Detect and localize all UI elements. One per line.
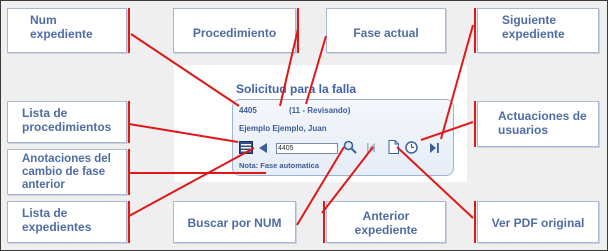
label-num-expediente: Num expediente	[7, 8, 130, 53]
label-marker	[474, 101, 476, 147]
label-lista-procedimientos: Lista de procedimientos	[7, 101, 130, 143]
search-icon[interactable]	[343, 140, 357, 154]
list-icon[interactable]	[239, 141, 253, 154]
clock-icon[interactable]	[405, 141, 418, 154]
label-anterior-expediente: Anterior expediente	[323, 201, 446, 243]
label-marker	[128, 149, 130, 195]
diagram-stage: Num expediente Procedimiento Fase actual…	[0, 0, 608, 251]
label-ver-pdf: Ver PDF original	[474, 201, 599, 243]
panel-title: Solicitud para la falla	[236, 82, 357, 96]
label-anotaciones: Anotaciones del cambio de fase anterior	[7, 149, 130, 195]
label-fase-actual: Fase actual	[326, 8, 446, 53]
label-procedimiento: Procedimiento	[173, 8, 299, 53]
next-record-icon[interactable]	[429, 142, 440, 154]
label-siguiente-expediente: Siguiente expediente	[474, 8, 599, 53]
pdf-icon[interactable]	[388, 140, 399, 154]
label-marker	[128, 101, 130, 143]
record-person: Ejemplo Ejemplo, Juan	[239, 124, 327, 133]
label-marker	[297, 8, 299, 53]
back-arrow-icon[interactable]	[258, 142, 268, 154]
first-record-icon[interactable]	[366, 142, 376, 154]
record-status: (11 - Revisando)	[289, 106, 351, 115]
record-number: 4405	[239, 106, 257, 115]
record-form: 4405 (11 - Revisando) Ejemplo Ejemplo, J…	[232, 99, 454, 176]
label-marker	[128, 201, 130, 243]
num-search-input[interactable]	[276, 143, 338, 154]
label-marker	[474, 8, 476, 53]
label-lista-expedientes: Lista de expedientes	[7, 201, 130, 243]
ui-panel: Solicitud para la falla 4405 (11 - Revis…	[174, 65, 467, 182]
label-actuaciones-usuarios: Actuaciones de usuarios	[474, 101, 599, 147]
previous-phase-note: Nota: Fase automatica	[239, 161, 320, 170]
label-marker	[474, 201, 476, 243]
label-buscar-num: Buscar por NUM	[173, 201, 296, 243]
label-marker	[128, 8, 130, 53]
label-marker	[323, 201, 325, 243]
